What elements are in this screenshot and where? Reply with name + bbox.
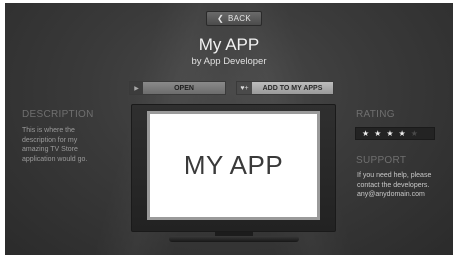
app-preview-screen: MY APP: [147, 111, 320, 220]
preview-screen-text: MY APP: [183, 150, 284, 180]
star-icon: ★: [386, 128, 394, 138]
rating-stars[interactable]: ★ ★ ★ ★ ★: [355, 127, 435, 140]
description-line: amazing TV Store: [22, 146, 78, 153]
description-line: description for my: [22, 136, 78, 144]
heart-add-icon: ♥+: [237, 82, 252, 94]
chevron-left-icon: ❮: [216, 13, 224, 23]
support-email[interactable]: any@anydomain.com: [357, 190, 431, 200]
add-to-my-apps-label: ADD TO MY APPS: [262, 84, 323, 92]
play-icon: ▶: [130, 82, 143, 94]
description-text: This is where the description for my ama…: [22, 126, 87, 164]
support-line: contact the developers.: [357, 181, 430, 189]
app-title: My APP: [198, 35, 260, 54]
star-icon: ★: [410, 128, 418, 138]
description-line: This is where the: [22, 127, 75, 134]
support-line: If you need help, please: [357, 172, 432, 179]
support-heading: SUPPORT: [356, 155, 407, 166]
open-label: OPEN: [174, 84, 194, 92]
tv-store-screen: ❮ BACK My APP by App Developer ▶ OPEN ♥+…: [5, 3, 453, 255]
app-developer: by App Developer: [191, 56, 267, 67]
back-button[interactable]: ❮ BACK: [206, 11, 262, 26]
description-heading: DESCRIPTION: [22, 109, 94, 120]
open-button[interactable]: ▶ OPEN: [129, 81, 226, 95]
star-icon: ★: [362, 128, 370, 138]
back-label: BACK: [228, 14, 251, 23]
add-to-my-apps-button[interactable]: ♥+ ADD TO MY APPS: [236, 81, 334, 95]
support-text: If you need help, please contact the dev…: [357, 171, 431, 200]
description-line: application would go.: [22, 155, 88, 163]
star-icon: ★: [374, 128, 382, 138]
rating-heading: RATING: [356, 109, 395, 120]
tv-stand: [169, 236, 299, 242]
star-icon: ★: [398, 128, 406, 138]
